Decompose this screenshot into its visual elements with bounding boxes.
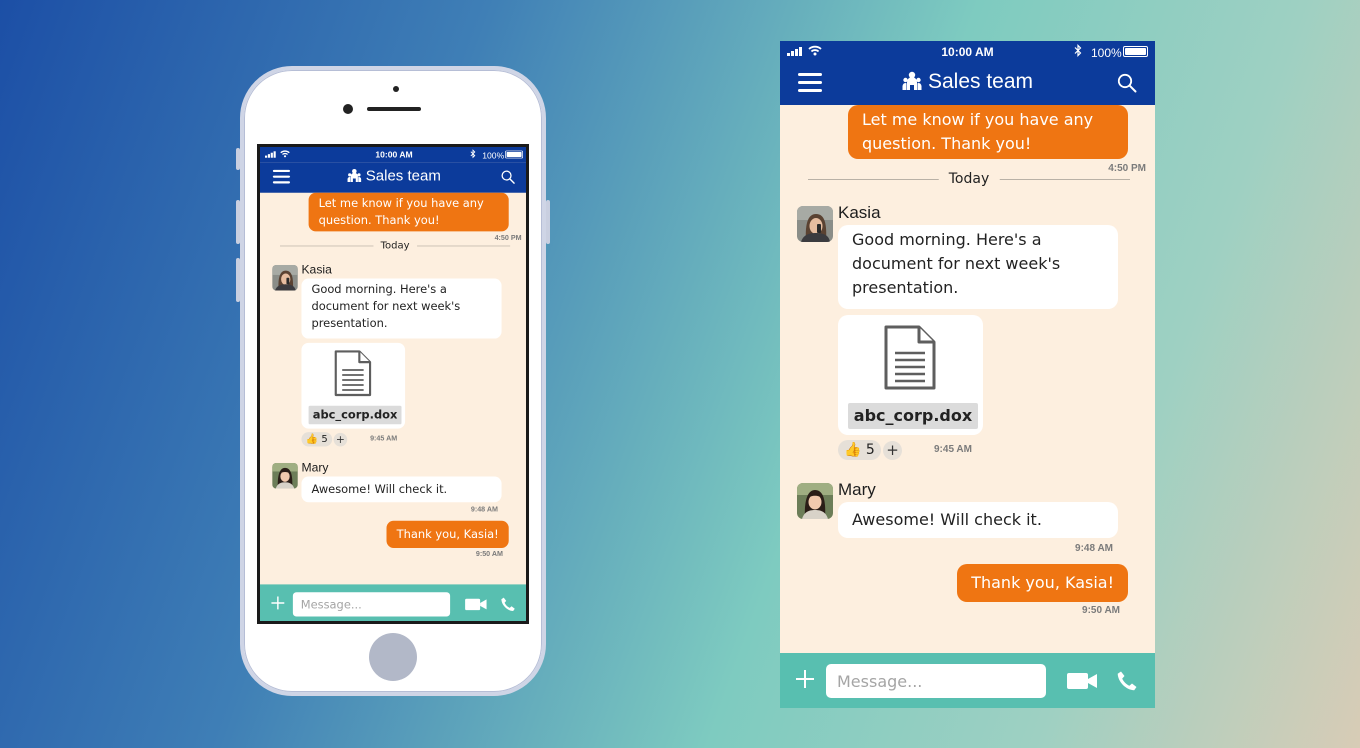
reaction-thumbs-up[interactable]: 👍 5	[838, 440, 881, 460]
page-title: Sales team	[260, 167, 526, 185]
document-icon	[884, 325, 936, 390]
power-button	[546, 200, 550, 244]
group-people-icon	[347, 169, 362, 183]
document-icon	[334, 350, 372, 397]
group-people-icon	[902, 71, 922, 90]
search-icon[interactable]	[501, 170, 515, 184]
message-list[interactable]: Let me know if you have any question. Th…	[780, 105, 1155, 653]
sender-name: Kasia	[838, 203, 881, 222]
outgoing-message: Let me know if you have any question. Th…	[308, 192, 509, 232]
avatar-kasia[interactable]	[797, 206, 833, 242]
status-bar: 10:00 AM 100%	[260, 147, 526, 163]
sender-name: Mary	[838, 480, 876, 499]
plus-icon[interactable]	[270, 595, 286, 611]
file-attachment[interactable]: abc_corp.dox	[838, 315, 983, 435]
message-composer	[780, 653, 1155, 708]
battery-percent: 100%	[1091, 46, 1122, 60]
sender-name: Mary	[301, 460, 329, 475]
volume-down-button	[236, 258, 240, 302]
header-bar: Sales team	[780, 63, 1155, 105]
page-title: Sales team	[780, 70, 1155, 94]
chat-screen-small: 10:00 AM 100% Sales team Let me know if …	[260, 147, 526, 621]
date-divider-label: Today	[373, 239, 417, 252]
front-camera	[343, 104, 353, 114]
outgoing-message: Thank you, Kasia!	[386, 520, 509, 548]
avatar-kasia[interactable]	[272, 264, 298, 291]
message-time: 9:48 AM	[1075, 543, 1113, 554]
volume-up-button	[236, 200, 240, 244]
earpiece-speaker	[367, 107, 421, 111]
message-input[interactable]	[826, 664, 1046, 698]
thumbs-up-icon: 👍	[844, 442, 862, 458]
outgoing-message: Thank you, Kasia!	[957, 564, 1128, 602]
message-list[interactable]: Let me know if you have any question. Th…	[260, 192, 526, 585]
avatar-mary[interactable]	[272, 462, 298, 489]
bluetooth-icon	[470, 149, 476, 159]
video-camera-icon[interactable]	[464, 598, 487, 611]
home-button[interactable]	[369, 633, 417, 681]
battery-icon	[505, 150, 524, 159]
date-divider: Today	[808, 171, 1130, 187]
message-time: 9:50 AM	[1082, 605, 1120, 616]
message-input[interactable]	[292, 592, 451, 617]
header-bar: Sales team	[260, 162, 526, 193]
file-name: abc_corp.dox	[848, 403, 978, 429]
phone-screen: 10:00 AM 100% Sales team Let me know if …	[257, 144, 529, 624]
add-reaction-button[interactable]: +	[333, 432, 348, 447]
reaction-count: 5	[865, 442, 875, 458]
incoming-message: Good morning. Here's a document for next…	[301, 278, 502, 339]
phone-icon[interactable]	[500, 597, 516, 613]
phone-icon[interactable]	[1116, 670, 1138, 692]
message-time: 9:45 AM	[934, 444, 972, 455]
avatar-mary[interactable]	[797, 483, 833, 519]
plus-icon[interactable]	[794, 668, 816, 690]
mute-switch	[236, 148, 240, 170]
date-divider: Today	[280, 239, 511, 252]
reaction-thumbs-up[interactable]: 👍 5	[301, 432, 333, 447]
outgoing-message: Let me know if you have any question. Th…	[848, 105, 1128, 159]
incoming-message: Awesome! Will check it.	[838, 502, 1118, 538]
search-icon[interactable]	[1117, 73, 1137, 93]
message-time: 9:45 AM	[370, 435, 398, 443]
phone-mockup: 10:00 AM 100% Sales team Let me know if …	[236, 66, 550, 696]
message-time: 9:50 AM	[475, 550, 503, 558]
message-composer	[260, 584, 526, 621]
add-reaction-button[interactable]: +	[883, 441, 902, 460]
battery-percent: 100%	[482, 150, 505, 161]
message-time: 9:48 AM	[470, 505, 498, 514]
header-title: Sales team	[927, 70, 1034, 93]
incoming-message: Good morning. Here's a document for next…	[838, 225, 1118, 309]
status-bar: 10:00 AM 100%	[780, 41, 1155, 63]
incoming-message: Awesome! Will check it.	[301, 476, 502, 503]
header-title: Sales team	[365, 167, 441, 185]
file-name: abc_corp.dox	[308, 405, 402, 425]
video-camera-icon[interactable]	[1066, 672, 1098, 690]
thumbs-up-icon: 👍	[305, 433, 319, 446]
battery-icon	[1123, 46, 1148, 57]
reaction-count: 5	[321, 433, 328, 446]
sender-name: Kasia	[301, 262, 332, 277]
sensor-dot	[393, 86, 399, 92]
chat-screen-large: 10:00 AM 100% Sales team Let me know if …	[780, 41, 1155, 708]
bluetooth-icon	[1074, 44, 1082, 57]
date-divider-label: Today	[938, 171, 1000, 187]
file-attachment[interactable]: abc_corp.dox	[301, 342, 406, 429]
